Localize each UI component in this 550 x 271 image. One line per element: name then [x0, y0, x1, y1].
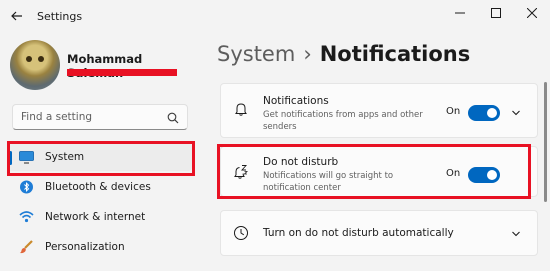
- back-arrow-icon[interactable]: [10, 9, 24, 23]
- title-bar: Settings: [0, 0, 550, 32]
- bell-icon: [235, 103, 247, 116]
- setting-description: Get notifications from apps and other se…: [263, 110, 423, 132]
- chevron-down-icon[interactable]: [511, 229, 521, 239]
- sidebar-item-label: Bluetooth & devices: [45, 181, 151, 193]
- minimize-icon: [455, 12, 465, 14]
- maximize-button[interactable]: [478, 0, 514, 26]
- page-title: System › Notifications: [217, 42, 470, 66]
- sidebar-item-network[interactable]: Network & internet: [8, 203, 192, 231]
- sidebar-item-label: Personalization: [45, 241, 125, 253]
- window-title: Settings: [37, 10, 83, 23]
- toggle-state-label: On: [446, 106, 461, 117]
- close-button[interactable]: [514, 0, 550, 26]
- chevron-down-icon[interactable]: [511, 108, 521, 118]
- breadcrumb-separator: ›: [303, 42, 312, 66]
- sidebar-item-bluetooth[interactable]: Bluetooth & devices: [8, 173, 192, 201]
- clock-icon: [234, 226, 248, 240]
- search-placeholder: Find a setting: [21, 111, 93, 123]
- breadcrumb-system[interactable]: System: [217, 42, 295, 66]
- scrollbar-thumb[interactable]: [544, 82, 547, 202]
- paintbrush-icon: [19, 240, 33, 254]
- minimize-button[interactable]: [442, 0, 478, 26]
- highlight-box-system: [7, 141, 195, 176]
- search-icon: [167, 112, 179, 124]
- notifications-setting-card[interactable]: Notifications Get notifications from app…: [220, 83, 538, 138]
- maximize-icon: [491, 8, 501, 18]
- close-icon: [527, 8, 537, 18]
- dnd-automatic-setting-card[interactable]: Turn on do not disturb automatically: [220, 210, 538, 256]
- bluetooth-icon: [20, 180, 33, 194]
- setting-title: Turn on do not disturb automatically: [263, 227, 454, 239]
- breadcrumb-current: Notifications: [319, 42, 471, 66]
- redaction-bar: [67, 69, 177, 76]
- wifi-icon: [19, 211, 34, 223]
- user-profile[interactable]: Mohammad Suleman: [10, 40, 200, 92]
- notifications-toggle[interactable]: [468, 105, 500, 121]
- sidebar-item-personalization[interactable]: Personalization: [8, 233, 192, 261]
- toggle-knob: [487, 108, 497, 118]
- search-input[interactable]: Find a setting: [12, 104, 188, 130]
- setting-title: Notifications: [263, 95, 329, 107]
- sidebar-item-label: Network & internet: [45, 211, 146, 223]
- avatar: [10, 40, 60, 90]
- highlight-box-do-not-disturb: [217, 144, 531, 199]
